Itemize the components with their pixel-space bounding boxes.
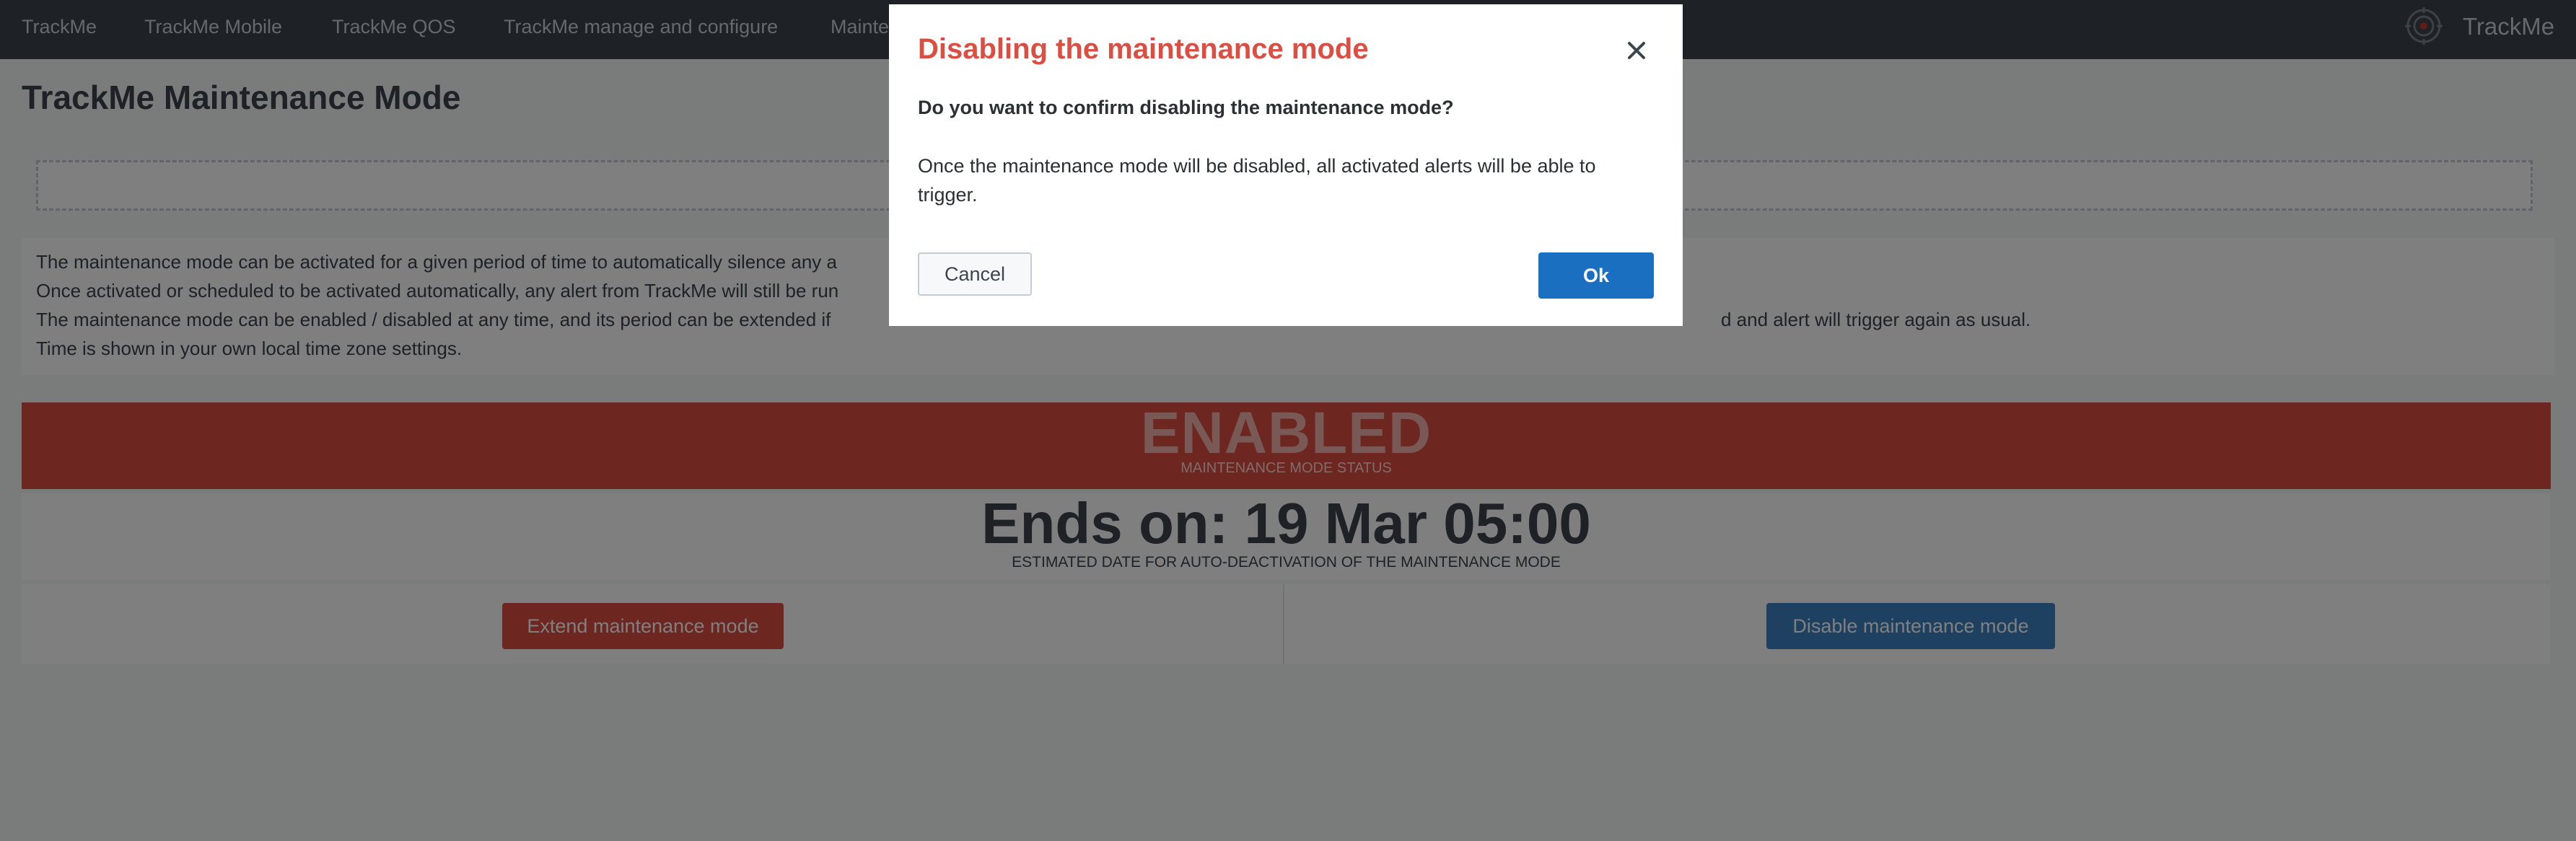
dialog-title: Disabling the maintenance mode: [918, 33, 1369, 65]
disable-maintenance-dialog: Disabling the maintenance mode Do you wa…: [889, 4, 1683, 326]
dialog-question: Do you want to confirm disabling the mai…: [918, 97, 1454, 118]
cancel-button[interactable]: Cancel: [918, 252, 1032, 296]
ok-button[interactable]: Ok: [1538, 252, 1654, 299]
close-icon[interactable]: [1622, 36, 1651, 65]
dialog-body: Once the maintenance mode will be disabl…: [918, 155, 1596, 206]
